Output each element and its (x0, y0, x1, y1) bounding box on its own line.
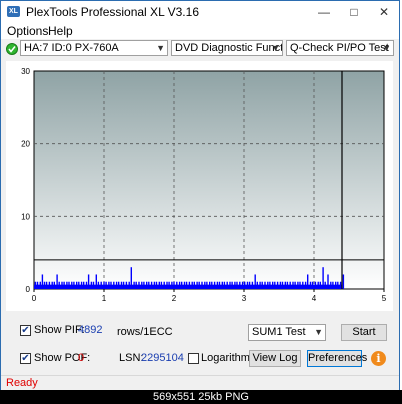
pof-value: 0 (78, 352, 85, 364)
menu-bar: Options Help (1, 23, 399, 39)
y-tick-label: 20 (21, 140, 30, 149)
preferences-button[interactable]: Preferences (307, 350, 367, 367)
menu-options[interactable]: Options (7, 24, 48, 38)
drive-select[interactable]: HA:7 ID:0 PX-760A ▼ (20, 40, 168, 56)
image-caption: 569x551 25kb PNG (152, 391, 249, 403)
y-tick-label: 30 (21, 67, 30, 76)
chart-panel: 0 1 2 3 4 5 0 10 20 30 (6, 61, 393, 311)
app-icon: XL (7, 6, 20, 17)
logarithmic-checkbox[interactable] (188, 353, 199, 364)
sum-test-select[interactable]: SUM1 Test ▼ (248, 324, 326, 341)
lsn-label: LSN: (119, 352, 144, 364)
chevron-down-icon: ▼ (156, 43, 165, 53)
lsn-value: 2295104 (141, 352, 184, 364)
x-tick-label: 4 (312, 294, 317, 303)
show-pif-checkbox[interactable]: ✔ (20, 325, 31, 336)
chevron-down-icon: ▼ (382, 43, 391, 53)
x-tick-label: 2 (172, 294, 177, 303)
x-tick-label: 1 (102, 294, 107, 303)
x-tick-label: 0 (32, 294, 37, 303)
drive-select-value: HA:7 ID:0 PX-760A (24, 42, 119, 54)
image-caption-bar: 569x551 25kb PNG (0, 390, 402, 404)
info-icon[interactable]: i (371, 351, 386, 366)
y-tick-label: 0 (26, 285, 31, 294)
x-tick-label: 3 (242, 294, 247, 303)
start-button[interactable]: Start (341, 324, 387, 341)
app-window: XL PlexTools Professional XL V3.16 — □ ✕… (0, 0, 400, 402)
chevron-down-icon: ▼ (271, 43, 280, 53)
view-log-button[interactable]: View Log (249, 350, 301, 367)
title-bar[interactable]: XL PlexTools Professional XL V3.16 — □ ✕ (1, 1, 399, 23)
test-select[interactable]: Q-Check PI/PO Test ▼ (286, 40, 394, 56)
sum-test-select-value: SUM1 Test (252, 326, 306, 338)
menu-help[interactable]: Help (48, 24, 73, 38)
show-pof-checkbox[interactable]: ✔ (20, 353, 31, 364)
x-tick-label: 5 (382, 294, 387, 303)
function-select-value: DVD Diagnostic Functions (175, 42, 283, 54)
y-tick-label: 10 (21, 212, 30, 221)
toolbar: HA:7 ID:0 PX-760A ▼ DVD Diagnostic Funct… (1, 39, 399, 59)
rows-label: rows/1ECC (117, 326, 173, 338)
pif-value: 4892 (78, 324, 103, 336)
minimize-button[interactable]: — (309, 1, 339, 23)
plot-background (33, 70, 385, 290)
baseline-band (34, 284, 342, 289)
status-text: Ready (6, 377, 38, 389)
function-select[interactable]: DVD Diagnostic Functions ▼ (171, 40, 283, 56)
window-title: PlexTools Professional XL V3.16 (26, 5, 199, 19)
test-select-value: Q-Check PI/PO Test (290, 42, 389, 54)
maximize-button[interactable]: □ (339, 1, 369, 23)
chevron-down-icon: ▼ (314, 327, 323, 337)
close-button[interactable]: ✕ (369, 1, 399, 23)
pi-po-chart: 0 1 2 3 4 5 0 10 20 30 (21, 67, 387, 303)
